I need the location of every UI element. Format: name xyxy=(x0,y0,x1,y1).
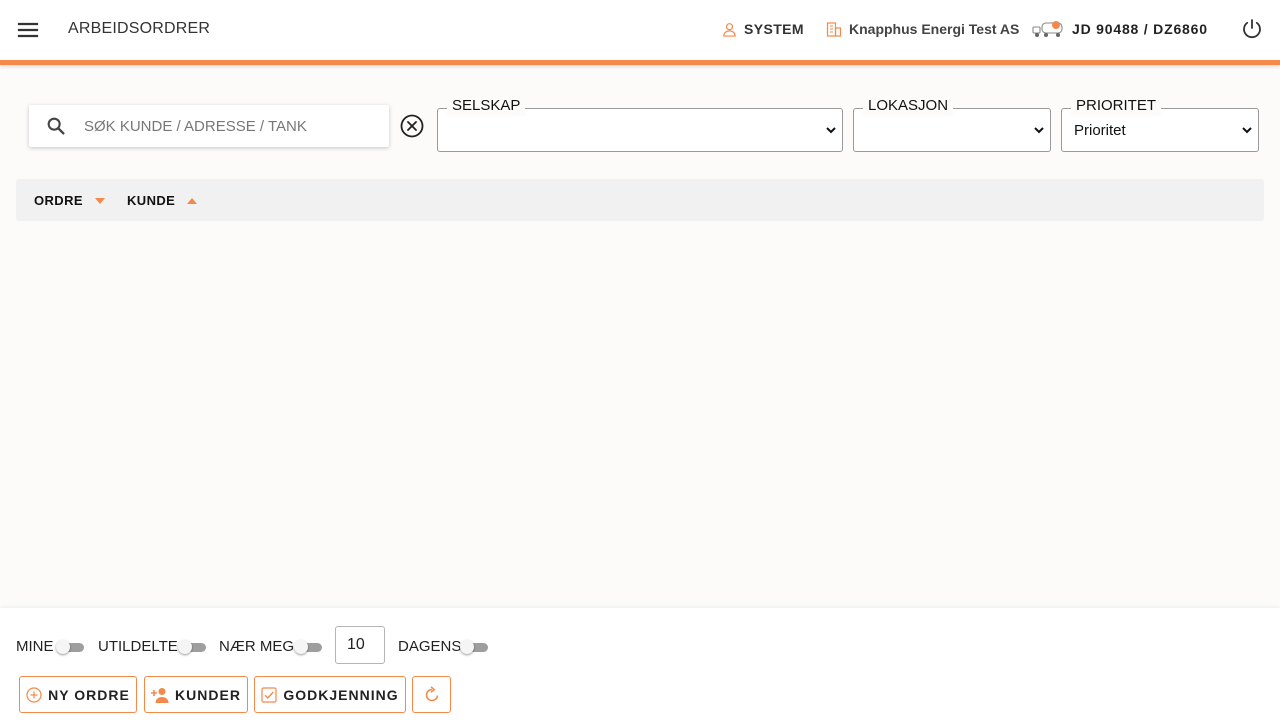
logout-button[interactable] xyxy=(1240,17,1264,41)
column-header-ordre[interactable]: ORDRE xyxy=(34,193,105,208)
sort-descending-icon xyxy=(94,197,105,204)
lokasjon-select[interactable] xyxy=(857,116,1047,144)
new-order-label: NY ORDRE xyxy=(48,686,130,703)
add-user-icon xyxy=(151,687,169,703)
clear-circle-icon xyxy=(400,114,424,138)
accent-bar xyxy=(0,60,1280,65)
clear-search-button[interactable] xyxy=(399,113,425,139)
top-app-bar: ARBEIDSORDRER SYSTEM Knapphus Energi Tes… xyxy=(0,0,1280,60)
toggle-label-dagens: DAGENS xyxy=(398,638,462,655)
column-header-kunde[interactable]: KUNDE xyxy=(127,193,198,208)
toggle-mine[interactable] xyxy=(56,640,84,654)
current-company[interactable]: Knapphus Energi Test AS xyxy=(826,20,1019,38)
toggle-label-mine: MINE xyxy=(16,638,54,655)
checkbox-icon xyxy=(261,686,277,703)
search-icon xyxy=(47,117,65,135)
company-name: Knapphus Energi Test AS xyxy=(849,21,1020,37)
power-icon xyxy=(1243,19,1261,39)
column-label-ordre: ORDRE xyxy=(34,193,83,208)
order-table-header: ORDRE KUNDE xyxy=(16,179,1264,221)
truck-icon xyxy=(1032,21,1063,37)
refresh-button[interactable] xyxy=(412,676,451,713)
column-label-kunde: KUNDE xyxy=(127,193,176,208)
toggle-label-naer-meg: NÆR MEG xyxy=(219,638,294,655)
lokasjon-label: LOKASJON xyxy=(863,96,954,116)
selskap-label: SELSKAP xyxy=(447,96,526,116)
prioritet-select[interactable]: Prioritet xyxy=(1065,116,1255,144)
building-icon xyxy=(826,22,842,37)
app-title: ARBEIDSORDRER xyxy=(68,20,211,37)
lokasjon-filter: LOKASJON xyxy=(853,96,1051,152)
prioritet-label: PRIORITET xyxy=(1071,96,1162,116)
customers-label: KUNDER xyxy=(175,686,241,703)
toggle-dagens[interactable] xyxy=(460,640,488,654)
toggle-label-utildelte: UTILDELTE xyxy=(98,638,178,655)
selskap-filter: SELSKAP xyxy=(437,96,843,152)
customers-button[interactable]: KUNDER xyxy=(144,676,248,713)
approval-button[interactable]: GODKJENNING xyxy=(254,676,406,713)
selskap-select[interactable] xyxy=(441,116,839,144)
toggle-utildelte[interactable] xyxy=(178,640,206,654)
menu-button[interactable] xyxy=(16,18,40,42)
search-box xyxy=(29,105,389,147)
new-order-button[interactable]: NY ORDRE xyxy=(19,676,137,713)
toggle-naer-meg[interactable] xyxy=(294,640,322,654)
user-icon xyxy=(723,22,736,37)
refresh-icon xyxy=(425,685,438,701)
user-name: SYSTEM xyxy=(744,21,804,37)
approval-label: GODKJENNING xyxy=(283,686,399,703)
add-circle-icon xyxy=(26,686,42,703)
result-count-input[interactable] xyxy=(335,626,385,664)
prioritet-filter: PRIORITET Prioritet xyxy=(1061,96,1259,152)
current-vehicle[interactable]: JD 90488 / DZ6860 xyxy=(1032,20,1208,38)
current-user[interactable]: SYSTEM xyxy=(722,20,804,38)
vehicle-id: JD 90488 / DZ6860 xyxy=(1072,21,1208,37)
search-input[interactable] xyxy=(84,105,384,147)
menu-icon xyxy=(17,22,39,38)
sort-ascending-icon xyxy=(187,197,198,204)
